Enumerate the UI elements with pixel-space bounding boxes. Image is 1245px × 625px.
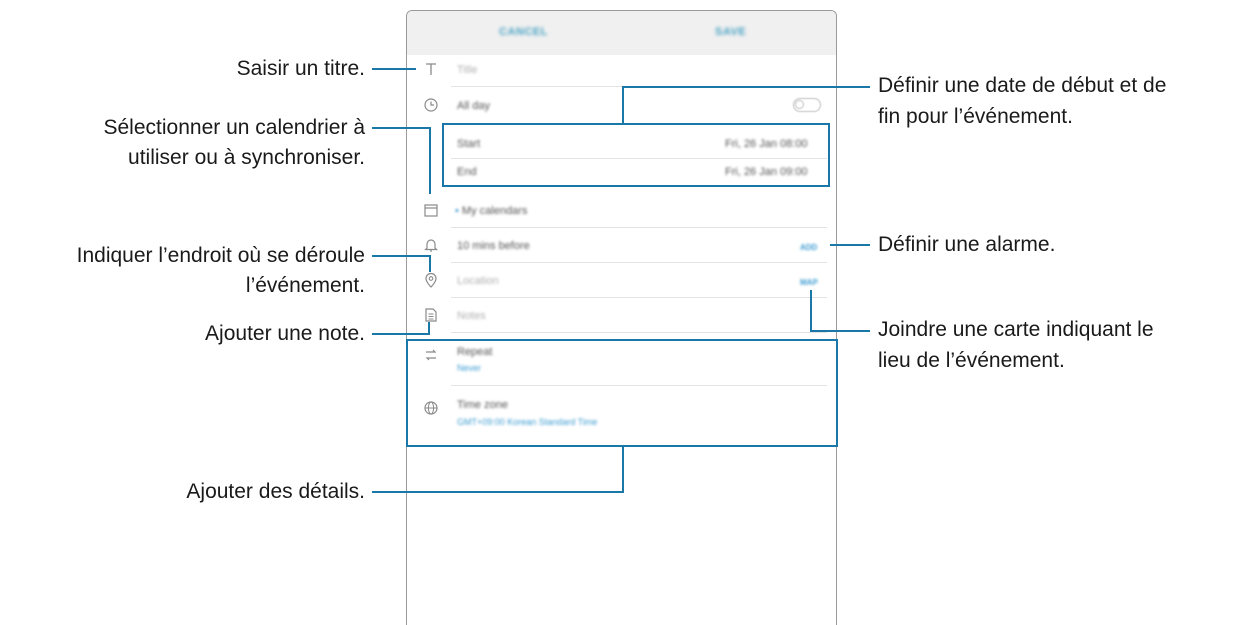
callout-line bbox=[429, 127, 431, 194]
note-icon bbox=[423, 307, 439, 323]
all-day-toggle[interactable] bbox=[793, 98, 821, 112]
clock-icon bbox=[423, 97, 439, 113]
save-button[interactable]: SAVE bbox=[715, 26, 746, 38]
map-button[interactable]: MAP bbox=[800, 278, 818, 287]
callout-calendar-line1: Sélectionner un calendrier à bbox=[103, 116, 366, 139]
notes-input[interactable]: Notes bbox=[457, 310, 486, 322]
callout-line bbox=[429, 255, 431, 272]
callout-map-line2: lieu de l’événement. bbox=[878, 349, 1065, 372]
callout-line bbox=[622, 86, 870, 88]
callout-location-line1: Indiquer l’endroit où se déroule bbox=[76, 244, 365, 267]
add-alarm-button[interactable]: ADD bbox=[800, 243, 817, 252]
text-t-icon bbox=[423, 61, 439, 77]
callout-note: Ajouter une note. bbox=[205, 322, 365, 345]
callout-line bbox=[830, 244, 870, 246]
callout-line bbox=[372, 333, 430, 335]
location-input[interactable]: Location bbox=[457, 275, 499, 287]
top-action-bar: CANCEL SAVE bbox=[407, 11, 836, 55]
calendar-icon bbox=[423, 202, 439, 218]
callout-line bbox=[372, 68, 416, 70]
bell-icon bbox=[423, 237, 439, 253]
calendar-selector[interactable]: • My calendars bbox=[455, 205, 527, 217]
all-day-label: All day bbox=[457, 100, 491, 112]
divider bbox=[451, 332, 827, 333]
callout-line bbox=[622, 446, 624, 493]
callout-line bbox=[810, 330, 870, 332]
title-input[interactable]: Title bbox=[457, 64, 477, 76]
callout-details: Ajouter des détails. bbox=[186, 480, 365, 503]
cancel-button[interactable]: CANCEL bbox=[499, 26, 548, 38]
callout-title: Saisir un titre. bbox=[236, 57, 365, 80]
callout-line bbox=[372, 491, 624, 493]
callout-line bbox=[372, 127, 431, 129]
date-range-highlight bbox=[442, 123, 830, 187]
callout-location-line2: l’événement. bbox=[245, 274, 365, 297]
callout-date-line1: Définir une date de début et de bbox=[878, 74, 1167, 97]
calendar-name: My calendars bbox=[461, 205, 528, 217]
divider bbox=[451, 227, 827, 228]
divider bbox=[451, 297, 827, 298]
callout-line bbox=[428, 322, 430, 335]
callout-line bbox=[372, 255, 431, 257]
location-pin-icon bbox=[423, 272, 439, 288]
alarm-value[interactable]: 10 mins before bbox=[457, 240, 530, 252]
callout-date-line2: fin pour l’événement. bbox=[878, 105, 1073, 128]
callout-line bbox=[622, 86, 624, 124]
divider bbox=[451, 262, 827, 263]
callout-line bbox=[810, 290, 812, 332]
callout-calendar-line2: utiliser ou à synchroniser. bbox=[128, 146, 365, 169]
details-highlight bbox=[406, 339, 838, 447]
callout-alarm: Définir une alarme. bbox=[878, 233, 1056, 256]
callout-map-line1: Joindre une carte indiquant le bbox=[878, 318, 1154, 341]
